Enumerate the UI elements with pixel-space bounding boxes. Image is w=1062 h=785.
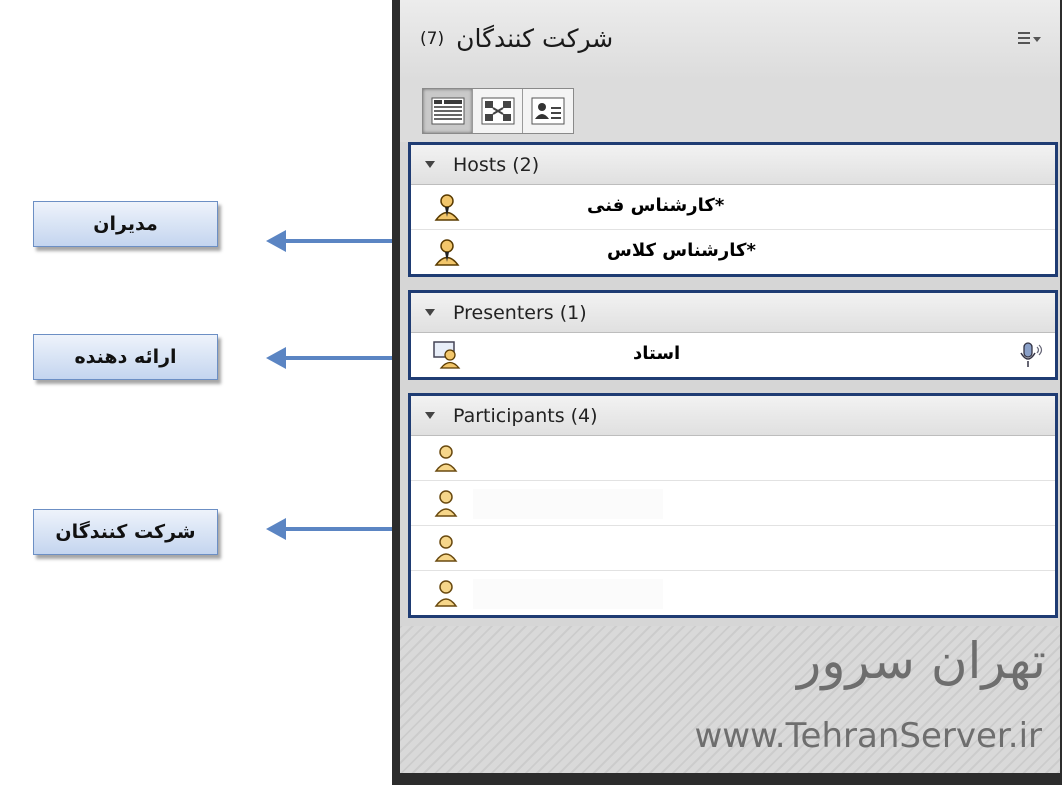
watermark-url: www.TehranServer.ir: [694, 716, 1042, 756]
participants-group: Participants (4): [408, 393, 1058, 618]
attendee-details-icon: [531, 97, 565, 125]
list-item[interactable]: [411, 436, 1055, 481]
participants-header[interactable]: Participants (4): [411, 396, 1055, 436]
list-item[interactable]: [411, 571, 1055, 615]
collapse-triangle-icon: [425, 161, 435, 168]
arrow-participants: [266, 518, 410, 540]
watermark-persian: تهران سرور: [797, 632, 1046, 690]
name-placeholder: [473, 579, 663, 609]
list-view-icon: [431, 97, 464, 125]
participant-user-icon: [434, 580, 458, 607]
list-item[interactable]: استاد: [411, 333, 1055, 377]
list-item[interactable]: *کارشناس فنی: [411, 185, 1055, 230]
callout-participants: شرکت کنندگان: [33, 509, 218, 555]
list-view-button[interactable]: [423, 89, 473, 133]
view-toolbar: [400, 80, 1060, 142]
callout-presenters-label: ارائه دهنده: [74, 346, 177, 368]
name-placeholder: [473, 489, 663, 519]
participant-user-icon: [434, 535, 458, 562]
collapse-triangle-icon: [425, 309, 435, 316]
presenter-user-icon: [433, 341, 461, 369]
list-item[interactable]: [411, 481, 1055, 526]
presenters-group: Presenters (1) استاد: [408, 290, 1058, 380]
collapse-triangle-icon: [425, 412, 435, 419]
attendee-details-button[interactable]: [523, 89, 573, 133]
arrow-hosts: [266, 230, 410, 252]
hosts-header-label: Hosts (2): [453, 153, 540, 176]
hosts-header[interactable]: Hosts (2): [411, 145, 1055, 185]
presenter-name: استاد: [633, 343, 681, 364]
host-user-icon: [434, 194, 460, 221]
presenters-header-label: Presenters (1): [453, 301, 587, 324]
callout-participants-label: شرکت کنندگان: [55, 521, 196, 543]
host-name: *کارشناس کلاس: [607, 240, 756, 261]
expand-view-icon: [481, 97, 514, 125]
host-name: *کارشناس فنی: [587, 195, 725, 216]
view-switcher: [422, 88, 574, 134]
list-item[interactable]: *کارشناس کلاس: [411, 230, 1055, 274]
hosts-group: Hosts (2) *کارشناس فنی *کارشناس کلاس: [408, 142, 1058, 277]
microphone-icon[interactable]: [1019, 341, 1045, 369]
participant-user-icon: [434, 490, 458, 517]
participants-header-label: Participants (4): [453, 404, 598, 427]
panel-title: (7) شرکت کنندگان: [420, 24, 613, 53]
menu-lines-icon[interactable]: [1018, 32, 1041, 46]
callout-hosts-label: مدیران: [93, 213, 158, 235]
callout-hosts: مدیران: [33, 201, 218, 247]
panel-titlebar: (7) شرکت کنندگان: [400, 0, 1060, 81]
arrow-presenters: [266, 347, 410, 369]
host-user-icon: [434, 239, 460, 266]
participant-user-icon: [434, 445, 458, 472]
panel-title-text: شرکت کنندگان: [456, 24, 614, 53]
presenters-header[interactable]: Presenters (1): [411, 293, 1055, 333]
attendee-count: (7): [420, 28, 445, 49]
attendees-panel: (7) شرکت کنندگان Hosts (2) *کارشناس فنی …: [400, 0, 1060, 773]
expand-view-button[interactable]: [473, 89, 523, 133]
list-item[interactable]: [411, 526, 1055, 571]
callout-presenters: ارائه دهنده: [33, 334, 218, 380]
